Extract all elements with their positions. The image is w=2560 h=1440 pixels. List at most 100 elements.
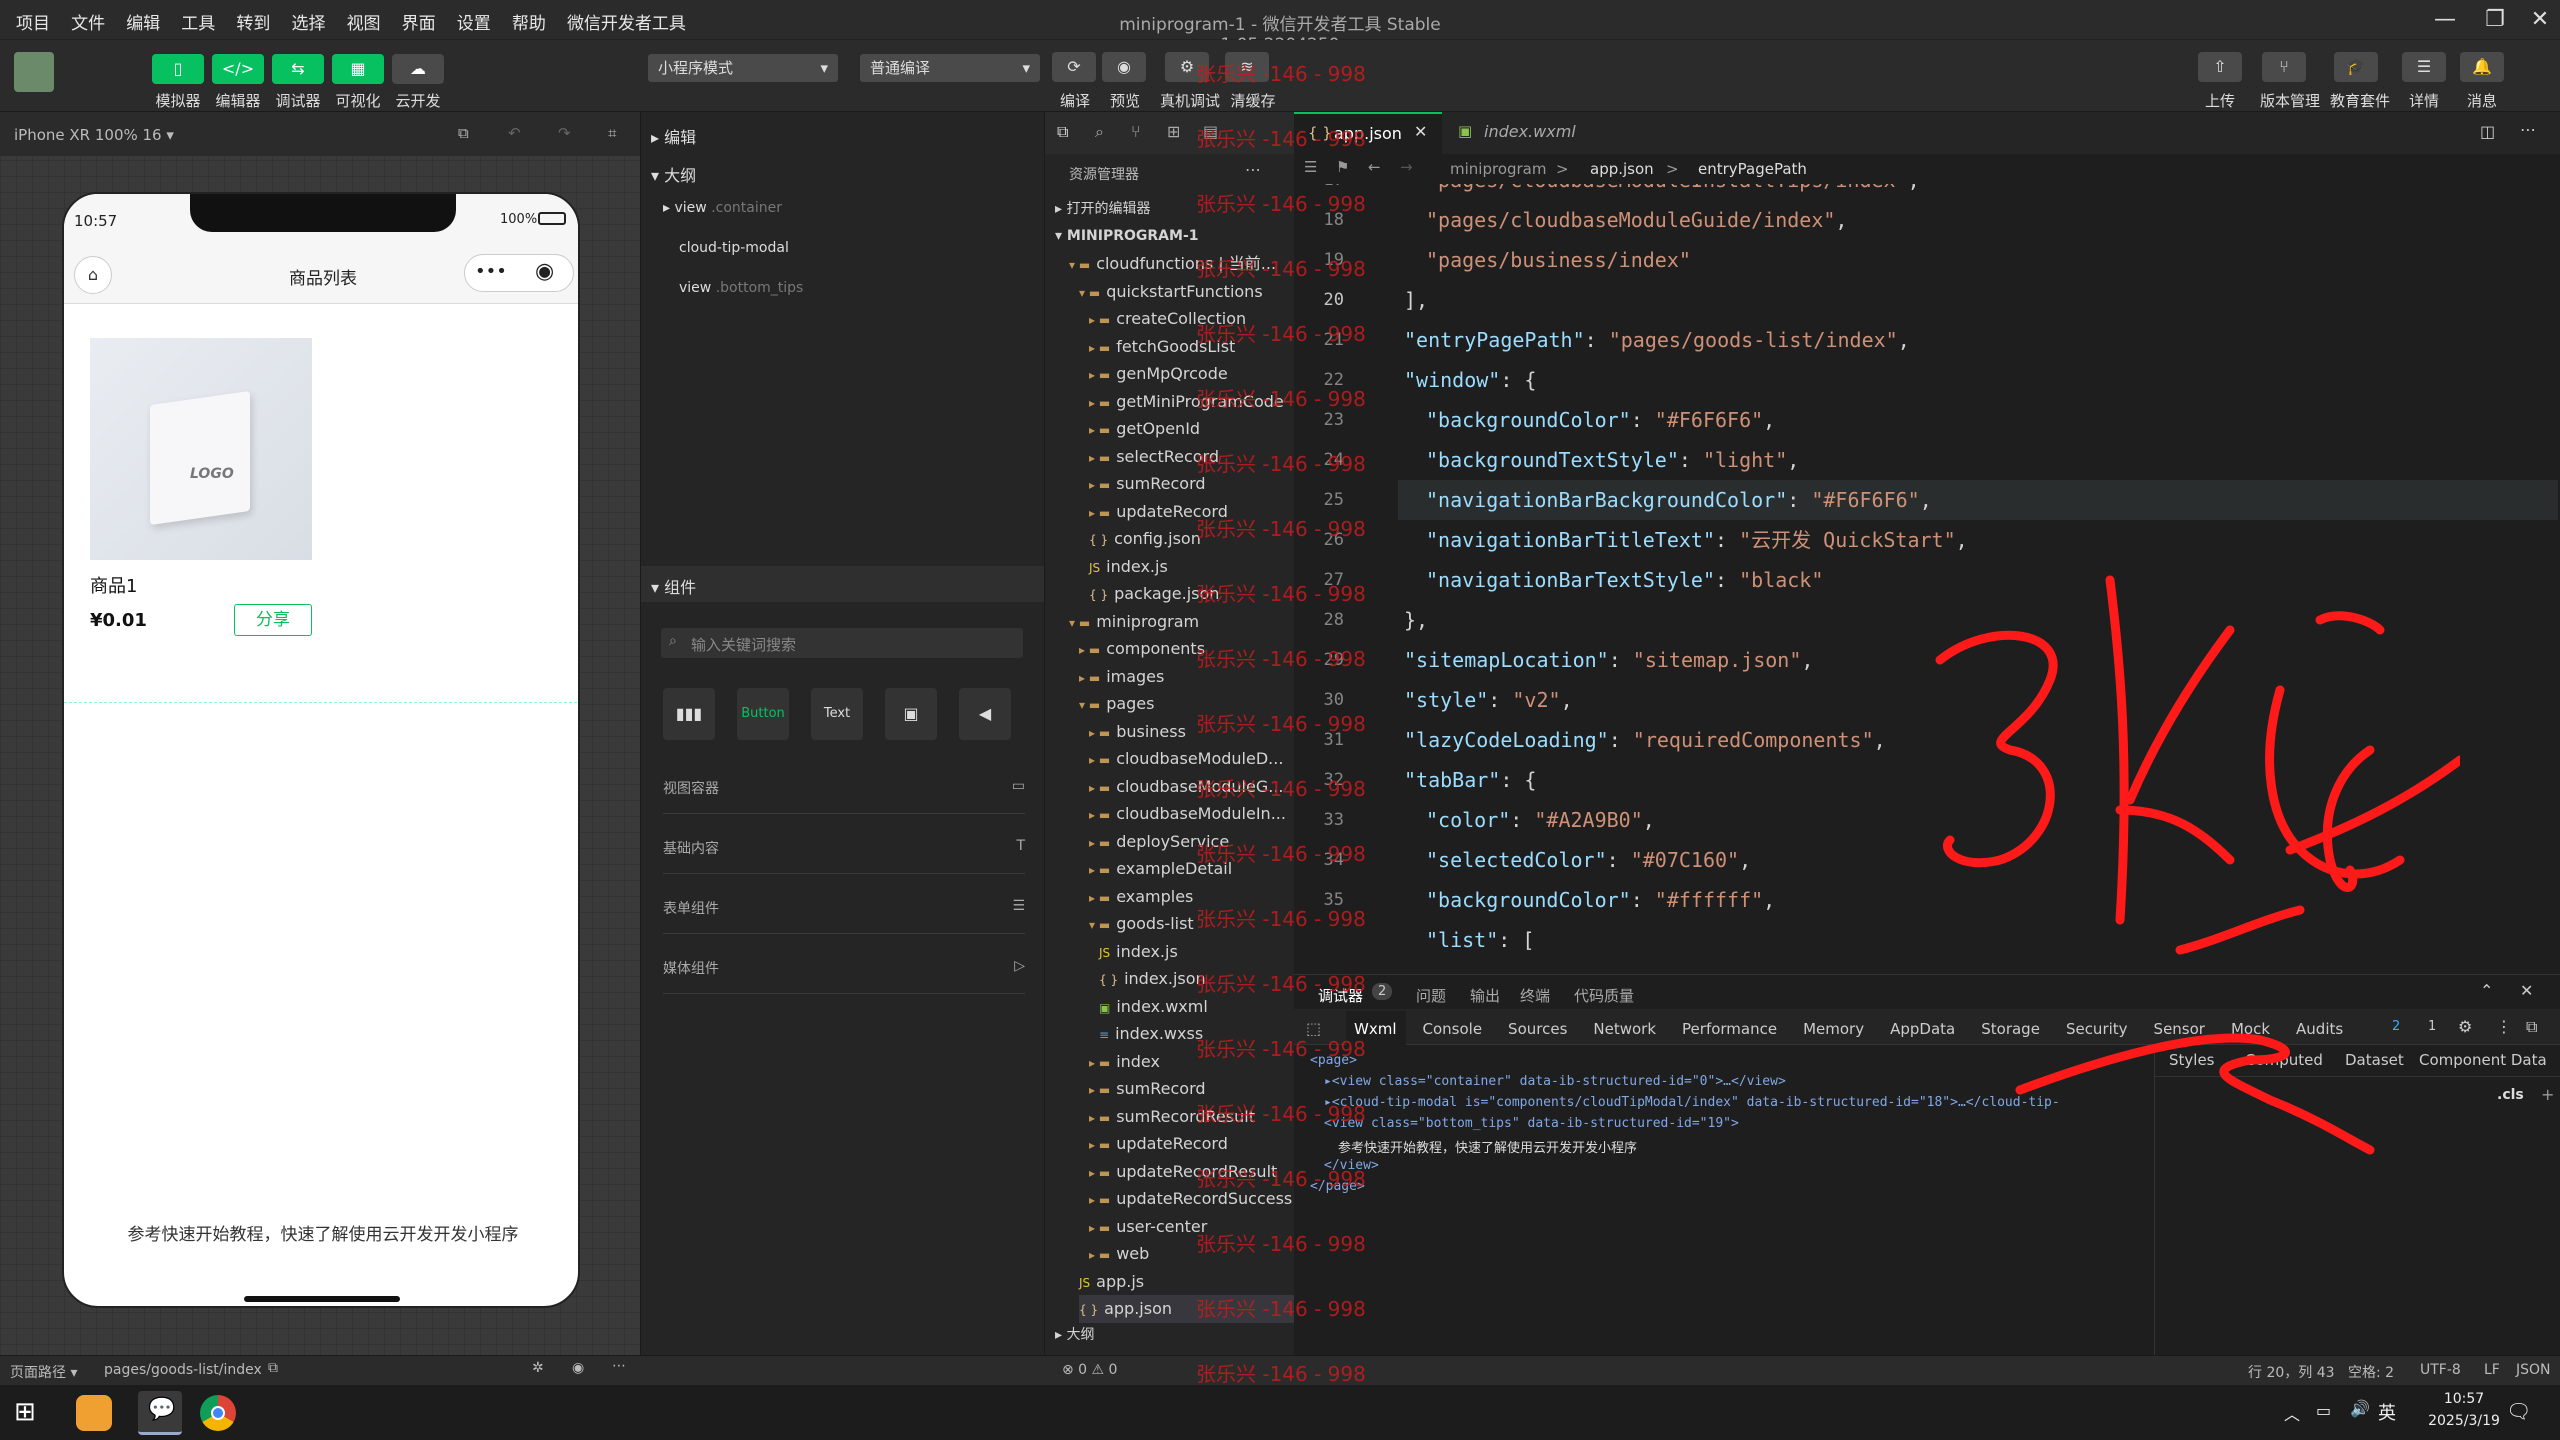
close-icon[interactable]: ✕	[2505, 0, 2560, 40]
outline-node-modal[interactable]: cloud-tip-modal	[679, 240, 789, 256]
file-tree-item[interactable]: JS index.js	[1089, 553, 1168, 581]
compile-select[interactable]: 普通编译 ▾	[860, 54, 1040, 82]
edit-header[interactable]: ▸ 编辑	[651, 124, 696, 148]
tab-close-icon[interactable]: ✕	[1414, 122, 1427, 141]
menu-item-interface[interactable]: 界面	[402, 0, 436, 34]
menu-item-select[interactable]: 选择	[291, 0, 325, 34]
expand-icon[interactable]: ⌃	[2480, 981, 2493, 1000]
undo-icon[interactable]: ↶	[508, 124, 521, 142]
button-component-icon[interactable]: Button	[737, 688, 789, 740]
component-search-input[interactable]: ⌕ 输入关键词搜索	[661, 628, 1023, 658]
page-path[interactable]: pages/goods-list/index	[104, 1362, 262, 1378]
file-tree-item[interactable]: { } index.json	[1099, 965, 1206, 993]
outline-node-bottom-tips[interactable]: view .bottom_tips	[679, 280, 803, 296]
devtools-tab-sources[interactable]: Sources	[1508, 1020, 1567, 1038]
outline-node-container[interactable]: ▸ view .container	[663, 200, 782, 216]
file-tree-item[interactable]: JS app.js	[1079, 1268, 1144, 1296]
file-tree-item[interactable]: ▸ ▬ sumRecord	[1089, 470, 1206, 498]
file-tree-item[interactable]: ▸ ▬ cloudbaseModuleIn...	[1089, 800, 1286, 828]
fit-icon[interactable]: ⌗	[608, 124, 616, 142]
open-editors-header[interactable]: ▸ 打开的编辑器	[1055, 196, 1150, 224]
page-path-select[interactable]: 页面路径 ▾	[10, 1362, 77, 1382]
file-tree-item[interactable]: ▸ ▬ components	[1079, 635, 1205, 663]
menu-item-view[interactable]: 视图	[347, 0, 381, 34]
list-icon[interactable]: ☰	[1304, 158, 1317, 176]
menu-item-edit[interactable]: 编辑	[126, 0, 160, 34]
split-editor-icon[interactable]: ◫	[2480, 122, 2495, 141]
devtools-more-icon[interactable]: ⋮	[2496, 1017, 2512, 1036]
extensions-icon[interactable]: ⊞	[1167, 122, 1180, 141]
education-icon[interactable]: 🎓	[2334, 52, 2378, 82]
menu-item-devtools[interactable]: 微信开发者工具	[567, 0, 686, 34]
file-tree-item[interactable]: ▾ ▬ miniprogram	[1069, 608, 1199, 636]
file-tree-item[interactable]: ▸ ▬ web	[1089, 1240, 1149, 1268]
category-basic[interactable]: 基础内容 T	[663, 838, 1025, 874]
avatar[interactable]	[14, 52, 54, 92]
eye-icon[interactable]: ◉	[572, 1360, 584, 1376]
code-quality-tab[interactable]: 代码质量	[1574, 985, 1634, 1006]
copy-icon[interactable]: ⧉	[268, 1360, 278, 1376]
file-tree-item[interactable]: ▸ ▬ updateRecord	[1089, 1130, 1228, 1158]
components-header[interactable]: ▾ 组件	[651, 574, 696, 598]
category-form[interactable]: 表单组件 ☰	[663, 898, 1025, 934]
file-tree-item[interactable]: ▾ ▬ pages	[1079, 690, 1154, 718]
forward-icon[interactable]: →	[1400, 158, 1413, 176]
devtools-close-icon[interactable]: ✕	[2520, 981, 2533, 1000]
more-icon[interactable]: •••	[475, 261, 507, 282]
file-tree-item[interactable]: ▸ ▬ cloudbaseModuleD...	[1089, 745, 1283, 773]
category-media[interactable]: 媒体组件 ▷	[663, 958, 1025, 994]
file-tree-item[interactable]: ≡ index.wxss	[1099, 1020, 1203, 1048]
back-icon[interactable]: ←	[1368, 158, 1381, 176]
share-button[interactable]: 分享	[234, 604, 312, 636]
volume-icon[interactable]: 🔊	[2350, 1399, 2370, 1418]
tray-up-icon[interactable]: ︿	[2284, 1401, 2300, 1425]
capsule-menu[interactable]: ••• ◉	[464, 254, 574, 292]
language-mode[interactable]: JSON	[2516, 1362, 2551, 1378]
file-tree-item[interactable]: ▾ ▬ goods-list	[1089, 910, 1194, 938]
back-component-icon[interactable]: ◀	[959, 688, 1011, 740]
file-tree-item[interactable]: ▸ ▬ images	[1079, 663, 1164, 691]
clock-date[interactable]: 2025/3/19	[2414, 1413, 2514, 1429]
notification-icon[interactable]: 🗨	[2506, 1399, 2531, 1423]
mode-select[interactable]: 小程序模式 ▾	[648, 54, 838, 82]
network-icon[interactable]: ▭	[2316, 1401, 2331, 1420]
windows-start-icon[interactable]: ⊞	[14, 1397, 36, 1427]
view-component-icon[interactable]: ▮▮▮	[663, 688, 715, 740]
devtools-tab-network[interactable]: Network	[1593, 1020, 1656, 1038]
files-icon[interactable]: ⧉	[1057, 122, 1068, 142]
devtools-tab-console[interactable]: Console	[1423, 1020, 1483, 1038]
chrome-icon[interactable]	[200, 1395, 236, 1431]
compile-icon[interactable]: ⟳	[1052, 52, 1096, 82]
menu-item-goto[interactable]: 转到	[236, 0, 270, 34]
debugger-toggle-icon[interactable]: ⇆	[272, 54, 324, 84]
upload-icon[interactable]: ⇧	[2198, 52, 2242, 82]
visual-toggle-icon[interactable]: ▦	[332, 54, 384, 84]
file-tree-item[interactable]: ▸ ▬ getOpenId	[1089, 415, 1200, 443]
close-miniprogram-icon[interactable]: ◉	[535, 259, 554, 284]
menu-item-help[interactable]: 帮助	[512, 0, 546, 34]
problems-tab[interactable]: 问题	[1416, 985, 1446, 1006]
devtools-tab-performance[interactable]: Performance	[1682, 1020, 1777, 1038]
file-tree-item[interactable]: JS index.js	[1099, 938, 1178, 966]
device-select[interactable]: iPhone XR 100% 16 ▾	[14, 126, 174, 144]
problems-count[interactable]: ⊗ 0 ⚠ 0	[1062, 1362, 1117, 1378]
bell-icon[interactable]: 🔔	[2460, 52, 2504, 82]
breadcrumb-folder[interactable]: miniprogram	[1450, 160, 1546, 178]
file-tree-item[interactable]: ▸ ▬ business	[1089, 718, 1186, 746]
wechat-devtools-taskbar-icon[interactable]: 💬	[138, 1391, 182, 1435]
outline-footer[interactable]: ▸ 大纲	[1055, 1322, 1094, 1350]
file-tree-item[interactable]: { } config.json	[1089, 525, 1201, 553]
cloud-icon[interactable]: ☁	[392, 54, 444, 84]
text-component-icon[interactable]: Text	[811, 688, 863, 740]
version-icon[interactable]: ⑂	[2262, 52, 2306, 82]
outline-header[interactable]: ▾ 大纲	[651, 162, 696, 186]
menu-item-file[interactable]: 文件	[71, 0, 105, 34]
redo-icon[interactable]: ↷	[558, 124, 571, 142]
simulator-toggle-icon[interactable]: ▯	[152, 54, 204, 84]
indent-spaces[interactable]: 空格: 2	[2348, 1362, 2394, 1382]
file-tree-item[interactable]: ▣ index.wxml	[1099, 993, 1208, 1021]
details-icon[interactable]: ☰	[2402, 52, 2446, 82]
clock-time[interactable]: 10:57	[2424, 1391, 2504, 1407]
popout-icon[interactable]: ⧉	[458, 124, 469, 142]
project-header[interactable]: ▾ MINIPROGRAM-1	[1055, 223, 1199, 251]
